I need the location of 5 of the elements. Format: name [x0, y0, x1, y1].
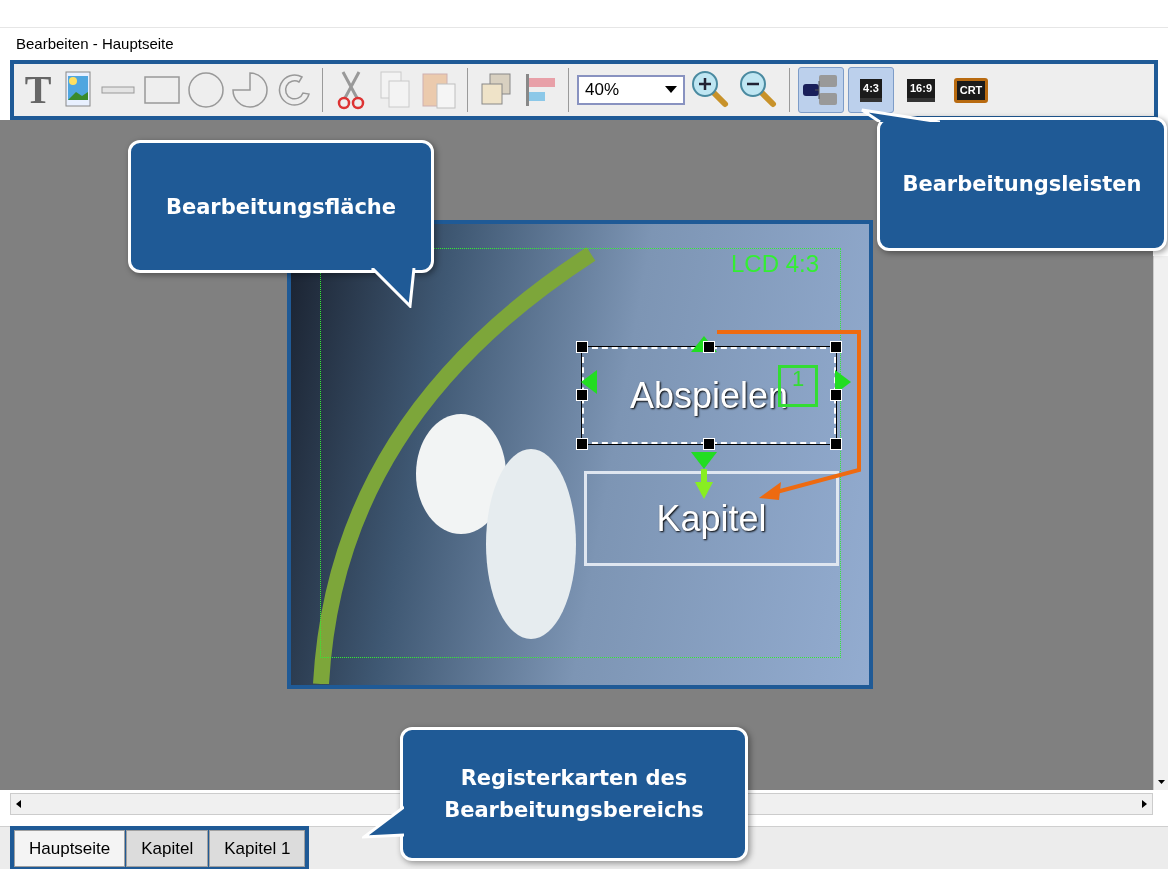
callout: Bearbeitungsleisten	[877, 117, 1167, 251]
callout: Bearbeitungsfläche	[128, 140, 434, 273]
callout: Registerkarten des Bearbeitungsbereichs	[400, 727, 748, 861]
safe-area-label: LCD 4:3	[731, 252, 820, 276]
window-title: Bearbeiten - Hauptseite	[16, 33, 174, 54]
